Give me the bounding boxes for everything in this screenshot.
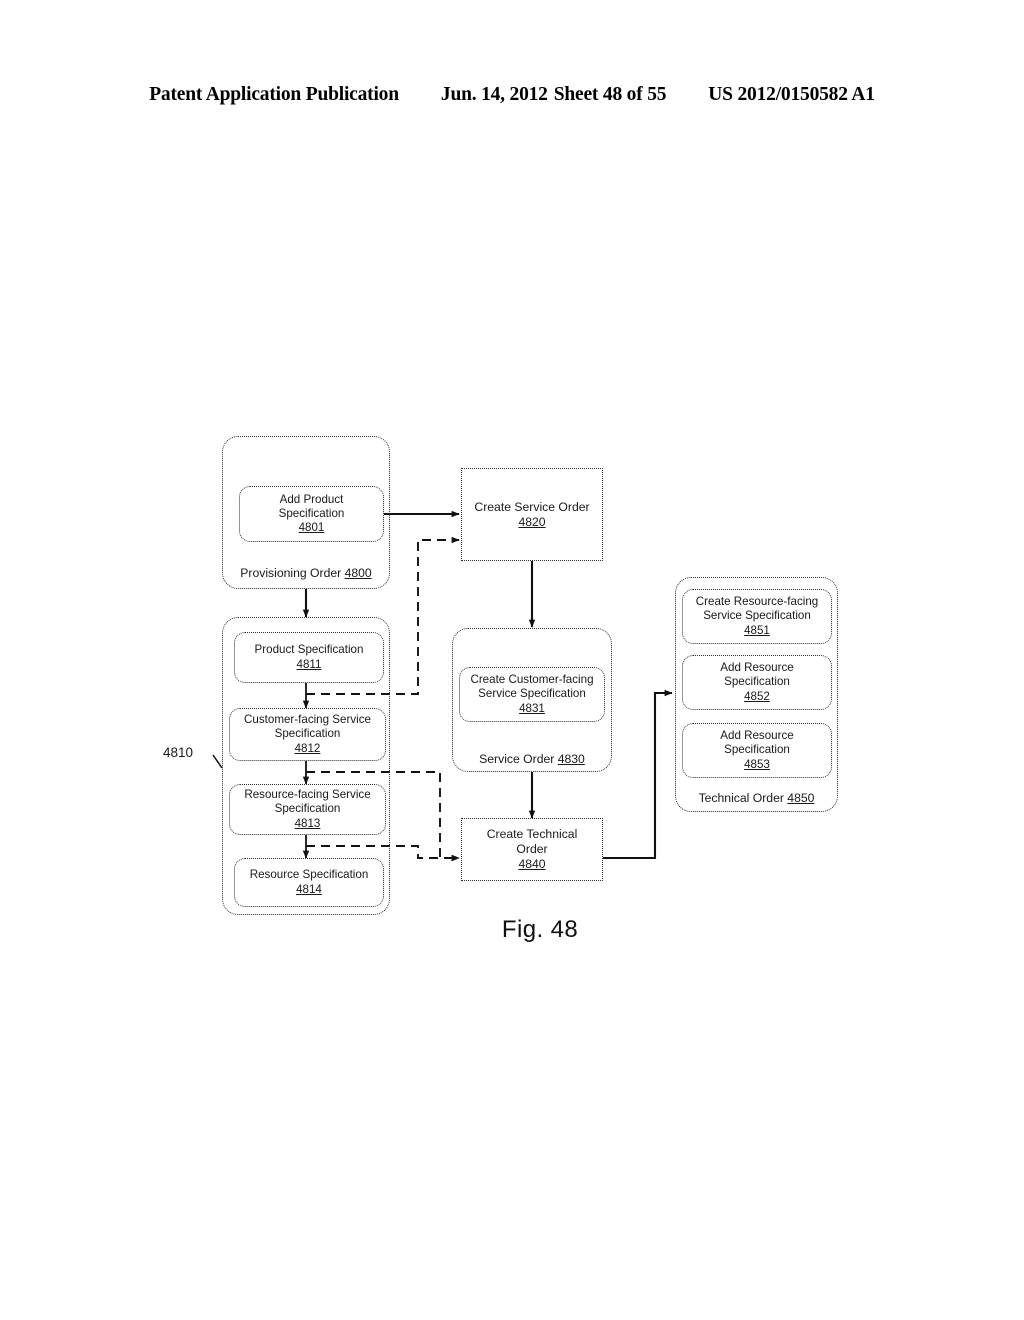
node-ref-resource-specification: 4814 bbox=[296, 883, 322, 896]
callout-4810-label: 4810 bbox=[163, 745, 194, 760]
patent-figure-48: Provisioning Order 4800 Add Product Spec… bbox=[0, 0, 1024, 1320]
node-add-product-specification[interactable]: Add Product Specification 4801 bbox=[239, 486, 384, 542]
node-label-add-resource-specification-1: Add Resource Specification bbox=[720, 661, 794, 689]
callout-4810-leader bbox=[212, 754, 223, 769]
container-label-service-order: Service Order bbox=[479, 752, 558, 766]
node-ref-add-resource-specification-1: 4852 bbox=[744, 689, 770, 703]
node-ref-resource-facing-service-specification: 4813 bbox=[294, 816, 321, 830]
container-caption-provisioning-order: Provisioning Order 4800 bbox=[222, 566, 390, 580]
node-ref-add-product-specification: 4801 bbox=[298, 521, 325, 535]
node-product-specification[interactable]: Product Specification 4811 bbox=[234, 632, 384, 683]
node-resource-specification[interactable]: Resource Specification 4814 bbox=[234, 858, 384, 907]
node-label-create-technical-order: Create Technical Order bbox=[486, 827, 578, 856]
node-create-technical-order[interactable]: Create Technical Order 4840 bbox=[461, 818, 603, 881]
container-ref-provisioning-order: 4800 bbox=[344, 566, 372, 580]
node-label-create-service-order: Create Service Order bbox=[474, 499, 590, 514]
container-ref-service-order: 4830 bbox=[557, 752, 585, 766]
node-create-customer-facing-service-specification[interactable]: Create Customer-facing Service Specifica… bbox=[459, 667, 605, 722]
node-ref-create-customer-facing-service-specification: 4831 bbox=[519, 701, 545, 715]
container-caption-technical-order: Technical Order 4850 bbox=[675, 791, 838, 805]
node-resource-facing-service-specification[interactable]: Resource-facing Service Specification 48… bbox=[229, 784, 386, 835]
node-label-add-resource-specification-2: Add Resource Specification bbox=[720, 729, 794, 757]
node-label-resource-specification: Resource Specification bbox=[249, 868, 369, 882]
node-label-product-specification: Product Specification bbox=[254, 643, 364, 657]
node-create-resource-facing-service-specification[interactable]: Create Resource-facing Service Specifica… bbox=[682, 589, 832, 644]
node-ref-customer-facing-service-specification: 4812 bbox=[294, 741, 321, 755]
node-label-create-resource-facing-service-specification: Create Resource-facing Service Specifica… bbox=[695, 595, 819, 623]
node-label-add-product-specification: Add Product Specification bbox=[278, 492, 345, 520]
callout-4810: 4810 bbox=[163, 745, 193, 760]
node-ref-create-technical-order: 4840 bbox=[518, 857, 546, 872]
figure-caption: Fig. 48 bbox=[501, 916, 579, 943]
node-ref-add-resource-specification-2: 4853 bbox=[744, 757, 770, 771]
node-add-resource-specification-2[interactable]: Add Resource Specification 4853 bbox=[682, 723, 832, 778]
connector-4840-to-4850 bbox=[602, 689, 673, 860]
node-ref-product-specification: 4811 bbox=[296, 658, 322, 671]
node-label-customer-facing-service-specification: Customer-facing Service Specification bbox=[244, 713, 371, 741]
container-label-provisioning-order: Provisioning Order bbox=[240, 566, 345, 580]
node-ref-create-resource-facing-service-specification: 4851 bbox=[744, 623, 770, 637]
node-label-create-customer-facing-service-specification: Create Customer-facing Service Specifica… bbox=[470, 673, 594, 701]
node-ref-create-service-order: 4820 bbox=[518, 515, 546, 529]
node-customer-facing-service-specification[interactable]: Customer-facing Service Specification 48… bbox=[229, 708, 386, 761]
container-label-technical-order: Technical Order bbox=[698, 791, 788, 805]
node-add-resource-specification-1[interactable]: Add Resource Specification 4852 bbox=[682, 655, 832, 710]
container-ref-technical-order: 4850 bbox=[787, 791, 815, 805]
node-create-service-order[interactable]: Create Service Order 4820 bbox=[461, 468, 603, 561]
container-caption-service-order: Service Order 4830 bbox=[452, 752, 612, 766]
node-label-resource-facing-service-specification: Resource-facing Service Specification bbox=[244, 788, 371, 816]
